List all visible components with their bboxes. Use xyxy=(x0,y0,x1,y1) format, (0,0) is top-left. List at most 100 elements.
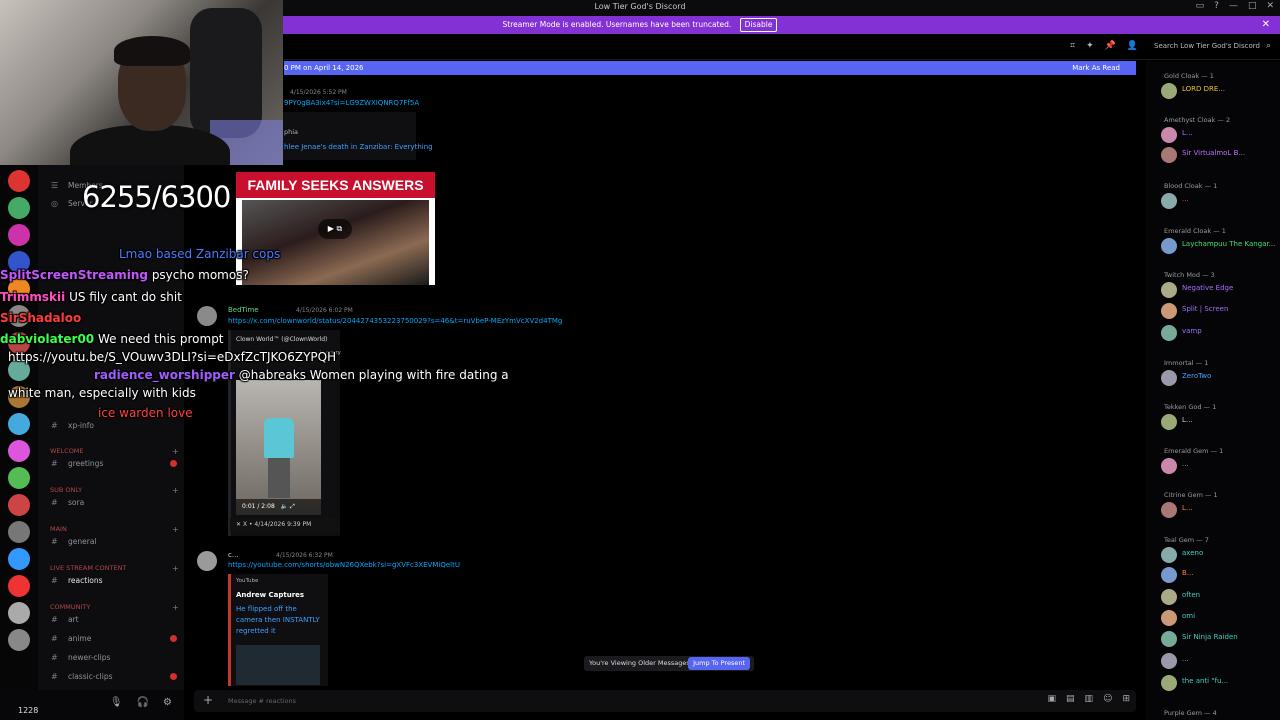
message-link[interactable]: 9PY0gBA3ix4?si=LG9ZWXIQNRQ7Ff5A xyxy=(284,99,419,107)
video-controls[interactable]: 0:01 / 2:08 🔈 ⤢ xyxy=(236,499,321,515)
create-channel-icon[interactable]: + xyxy=(172,603,179,612)
server-icon[interactable] xyxy=(8,602,30,624)
embed-thumbnail[interactable] xyxy=(236,645,320,685)
channel-item[interactable]: # sora xyxy=(38,495,184,511)
new-messages-bar[interactable]: 0 PM on April 14, 2026 Mark As Read xyxy=(284,61,1136,75)
server-icon[interactable] xyxy=(8,332,30,354)
member-item[interactable]: Sir Ninja Raiden xyxy=(1152,630,1280,648)
member-item[interactable]: omi xyxy=(1152,609,1280,627)
channel-item[interactable]: # anime xyxy=(38,631,184,647)
create-channel-icon[interactable]: + xyxy=(172,447,179,456)
channel-server[interactable]: ◎ Server xyxy=(38,196,184,212)
member-item[interactable]: axeno xyxy=(1152,546,1280,564)
channel-category[interactable]: COMMUNITY + xyxy=(50,603,179,612)
server-icon[interactable] xyxy=(8,359,30,381)
server-icon[interactable] xyxy=(8,386,30,408)
member-item[interactable]: the anti "fu... xyxy=(1152,674,1280,692)
embed-title-link[interactable]: He flipped off the camera then INSTANTLY… xyxy=(236,604,324,637)
pin-icon[interactable]: 📌 xyxy=(1105,41,1116,51)
member-item[interactable]: LORD DRE... xyxy=(1152,82,1280,100)
gif-icon[interactable]: ▤ xyxy=(1066,694,1075,704)
member-item[interactable]: ZeroTwo xyxy=(1152,369,1280,387)
notification-bell-icon[interactable]: ✦ xyxy=(1086,41,1094,51)
sticker-icon[interactable]: ▥ xyxy=(1085,694,1094,704)
member-item[interactable]: Sir VirtualmoL B... xyxy=(1152,146,1280,164)
members-list-icon[interactable]: 👤 xyxy=(1127,41,1138,51)
channel-xp-info[interactable]: # xp-info xyxy=(38,418,184,434)
server-icon[interactable] xyxy=(8,413,30,435)
disable-streamer-mode-button[interactable]: Disable xyxy=(739,18,778,32)
channel-category[interactable]: MAIN + xyxy=(50,525,179,534)
minimize-icon[interactable]: — xyxy=(1229,1,1238,11)
apps-icon[interactable]: ⊞ xyxy=(1122,694,1130,704)
member-item[interactable]: L... xyxy=(1152,413,1280,431)
close-notice-icon[interactable]: ✕ xyxy=(1262,16,1270,34)
member-item[interactable]: vamp xyxy=(1152,324,1280,342)
threads-icon[interactable]: ⌗ xyxy=(1070,41,1075,51)
member-item[interactable]: L... xyxy=(1152,501,1280,519)
server-icon[interactable] xyxy=(8,494,30,516)
avatar[interactable] xyxy=(197,551,217,571)
channel-item[interactable]: # general xyxy=(38,534,184,550)
volume-icon[interactable]: 🔈 xyxy=(281,503,288,510)
member-item[interactable]: Split | Screen xyxy=(1152,302,1280,320)
settings-icon[interactable]: ⚙ xyxy=(163,697,172,708)
member-item[interactable]: often xyxy=(1152,588,1280,606)
server-icon[interactable] xyxy=(8,467,30,489)
create-channel-icon[interactable]: + xyxy=(172,486,179,495)
server-icon[interactable] xyxy=(8,305,30,327)
inbox-icon[interactable]: ▭ xyxy=(1196,1,1205,11)
server-icon[interactable] xyxy=(8,440,30,462)
create-channel-icon[interactable]: + xyxy=(172,564,179,573)
microphone-icon[interactable]: 🎙 xyxy=(110,697,123,708)
close-icon[interactable]: ✕ xyxy=(1266,1,1274,11)
member-item[interactable]: ... xyxy=(1152,192,1280,210)
server-icon[interactable] xyxy=(8,224,30,246)
channel-item[interactable]: # newer-clips xyxy=(38,650,184,666)
server-icon[interactable] xyxy=(8,197,30,219)
server-icon[interactable] xyxy=(8,629,30,651)
server-icon[interactable] xyxy=(8,278,30,300)
member-item[interactable]: ... xyxy=(1152,652,1280,670)
play-icon[interactable]: ▶ ⧉ xyxy=(318,219,352,239)
emoji-icon[interactable]: ☺ xyxy=(1103,694,1112,704)
fullscreen-icon[interactable]: ⤢ xyxy=(290,503,295,510)
channel-item[interactable]: # reactions xyxy=(38,573,184,589)
server-icon[interactable] xyxy=(8,521,30,543)
gift-icon[interactable]: ▣ xyxy=(1048,694,1057,704)
server-icon[interactable] xyxy=(8,251,30,273)
create-channel-icon[interactable]: + xyxy=(172,525,179,534)
server-icon[interactable] xyxy=(8,170,30,192)
member-item[interactable]: B... xyxy=(1152,566,1280,584)
jump-to-present-button[interactable]: Jump To Present xyxy=(688,657,750,670)
maximize-icon[interactable]: □ xyxy=(1248,1,1257,11)
member-item[interactable]: ... xyxy=(1152,457,1280,475)
embed-title-link[interactable]: hlee Jenae's death in Zanzibar: Everythi… xyxy=(284,143,433,151)
channel-category[interactable]: LIVE STREAM CONTENT + xyxy=(50,564,179,573)
member-item[interactable]: Laychampuu The Kangar... xyxy=(1152,237,1280,255)
embed-author[interactable]: Andrew Captures xyxy=(236,591,304,599)
member-item[interactable]: L... xyxy=(1152,126,1280,144)
headphones-icon[interactable]: 🎧 xyxy=(137,697,149,708)
server-icon[interactable] xyxy=(8,575,30,597)
embed-thumbnail[interactable]: FAMILY SEEKS ANSWERS ▶ ⧉ xyxy=(236,172,435,285)
message-link[interactable]: https://youtube.com/shorts/obwN26QXebk?s… xyxy=(228,561,460,569)
mark-as-read-button[interactable]: Mark As Read xyxy=(1072,61,1120,75)
channel-item[interactable]: # greetings xyxy=(38,456,184,472)
add-attachment-icon[interactable]: + xyxy=(203,693,213,707)
embed-author[interactable]: Clown World™ (@ClownWorld) xyxy=(236,336,327,343)
message-input[interactable]: Message # reactions xyxy=(228,697,296,705)
video-player[interactable]: 0:01 / 2:08 🔈 ⤢ xyxy=(236,380,321,515)
channel-members[interactable]: ☰ Members xyxy=(38,178,184,194)
search-input[interactable]: Search Low Tier God's Discord ⌕ xyxy=(1154,41,1271,51)
channel-category[interactable]: SUB ONLY + xyxy=(50,486,179,495)
server-icon[interactable] xyxy=(8,548,30,570)
help-icon[interactable]: ? xyxy=(1214,1,1219,11)
member-item[interactable]: Negative Edge xyxy=(1152,281,1280,299)
channel-item[interactable]: # art xyxy=(38,612,184,628)
channel-category[interactable]: WELCOME + xyxy=(50,447,179,456)
message-composer[interactable]: + Message # reactions ▣ ▤ ▥ ☺ ⊞ xyxy=(194,690,1136,712)
message-link[interactable]: https://x.com/clownworld/status/20442743… xyxy=(228,317,562,325)
message-username[interactable]: c... xyxy=(228,551,239,559)
channel-item[interactable]: # classic-clips xyxy=(38,669,184,685)
